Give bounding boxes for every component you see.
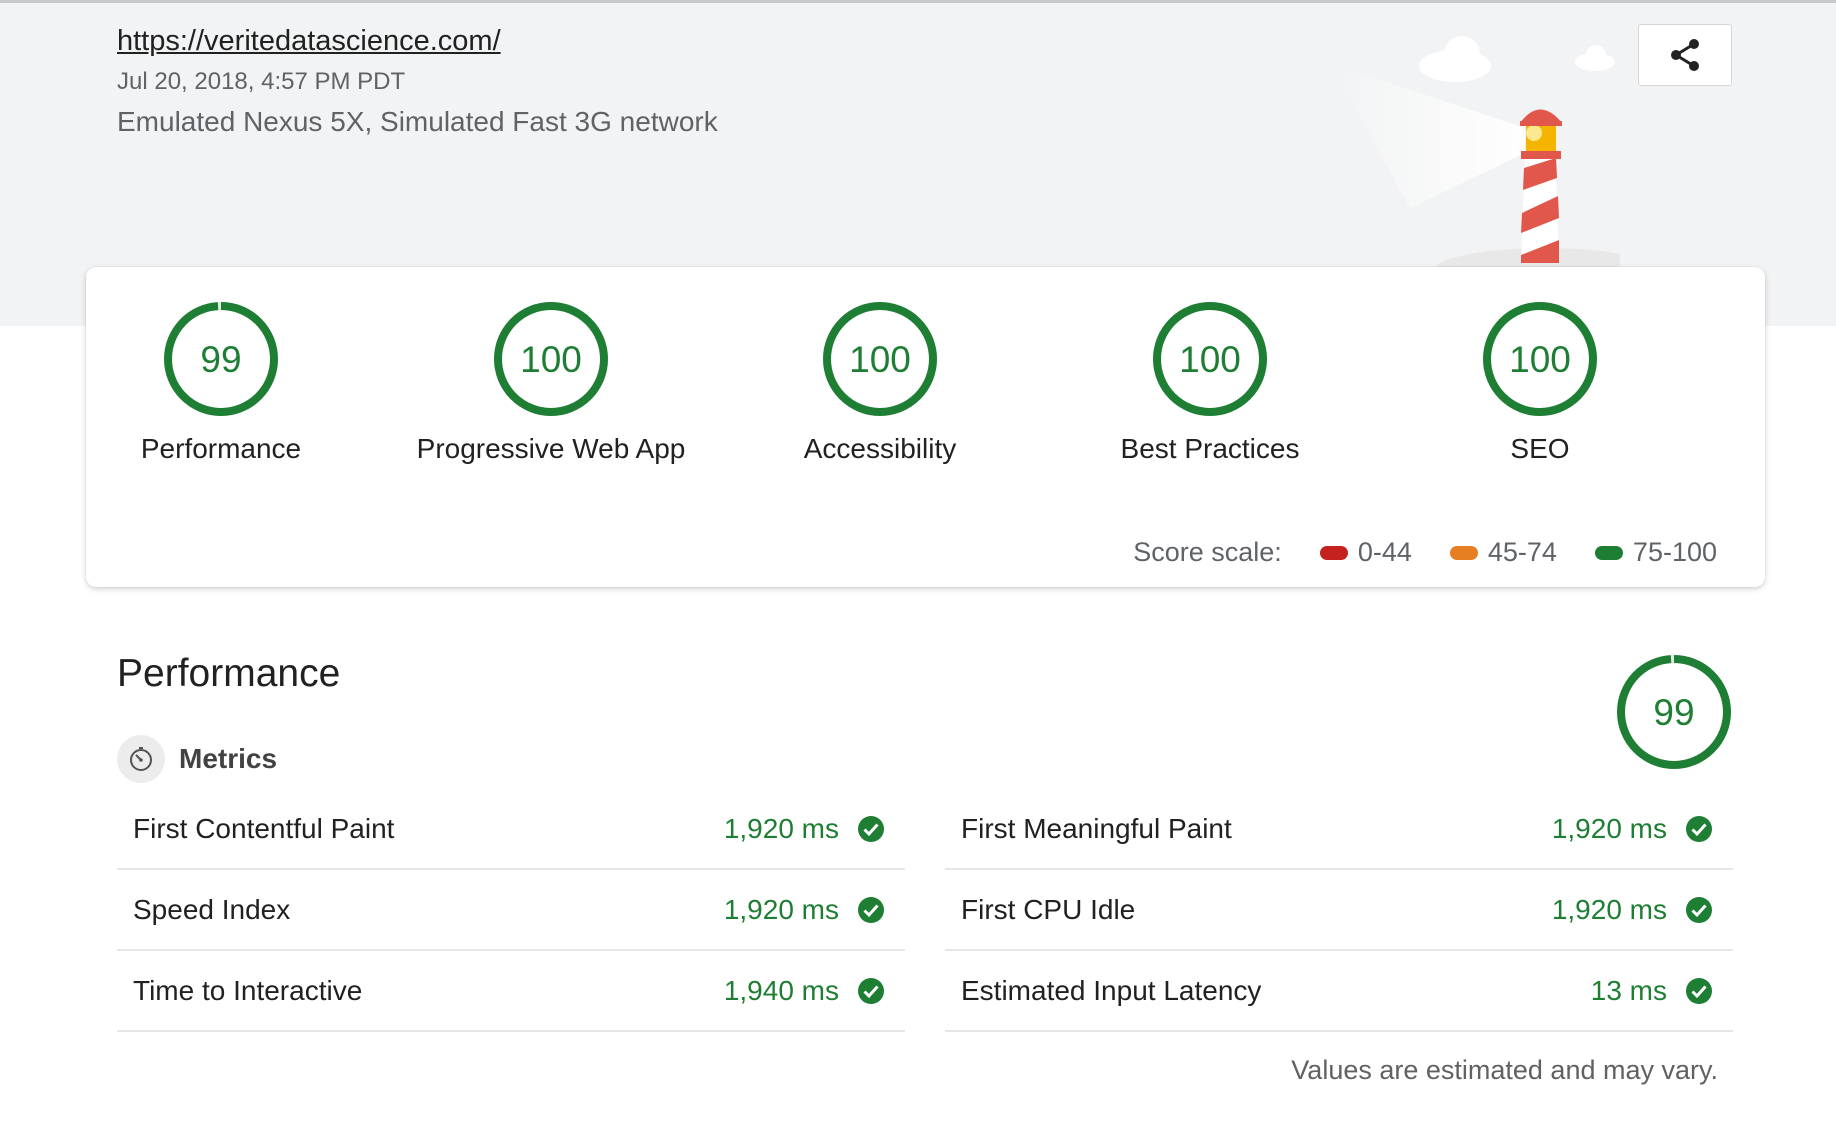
metric-value: 13 ms [1590,974,1667,1006]
metric-row: First Contentful Paint 1,920 ms [117,789,905,870]
metric-value: 1,920 ms [723,893,839,925]
pass-check-icon [1686,896,1712,923]
metric-name: Speed Index [133,893,291,925]
metric-row: Estimated Input Latency 13 ms [945,951,1733,1032]
gauge-ring: 99 [164,302,278,416]
pass-check-icon [1686,815,1712,842]
estimate-disclaimer: Values are estimated and may vary. [1291,1055,1718,1085]
pass-check-icon [858,977,884,1004]
scale-range-average: 45-74 [1449,537,1557,568]
gauge-ring: 100 [1153,302,1267,416]
score-scale-label: Score scale: [1133,537,1282,567]
lighthouse-illustration [1330,36,1620,268]
metric-value: 1,920 ms [723,812,839,844]
metric-name: Time to Interactive [133,974,363,1006]
metric-name: First Contentful Paint [133,812,395,844]
metrics-column-left: First Contentful Paint 1,920 ms Speed In… [117,789,905,1032]
gauge-score: 100 [520,339,582,380]
gauge-ring: 100 [1483,302,1597,416]
share-icon [1671,39,1699,71]
scale-range-fail: 0-44 [1319,537,1412,568]
metric-row: Time to Interactive 1,940 ms [117,951,905,1032]
metric-row: First CPU Idle 1,920 ms [945,870,1733,951]
gauge-label: SEO [1510,433,1570,464]
metrics-header: Metrics [117,735,277,783]
metric-name: First Meaningful Paint [961,812,1232,844]
metric-row: First Meaningful Paint 1,920 ms [945,789,1733,870]
gauge-score: 99 [200,339,241,380]
gauge-label: Accessibility [803,433,957,464]
share-button[interactable] [1638,24,1732,86]
metrics-column-right: First Meaningful Paint 1,920 ms First CP… [945,789,1733,1032]
gauge-label: Progressive Web App [416,433,686,464]
scale-pill-icon [1449,545,1478,560]
scale-range-label: 75-100 [1632,537,1717,567]
metric-value: 1,920 ms [1551,812,1667,844]
stopwatch-icon [117,735,165,783]
performance-score-gauge: 99 [1614,652,1734,777]
gauge-accessibility[interactable]: 100 Accessibility [750,299,1010,499]
metric-name: Estimated Input Latency [961,974,1262,1006]
score-scale-legend: Score scale: 0-44 45-74 75-100 [1133,537,1717,568]
scale-range-pass: 75-100 [1594,537,1717,568]
scale-pill-icon [1319,545,1348,560]
gauge-seo[interactable]: 100 SEO [1410,299,1670,499]
metric-value: 1,920 ms [1551,893,1667,925]
gauge-best-practices[interactable]: 100 Best Practices [1080,299,1340,499]
gauge-label: Performance [140,433,302,464]
pass-check-icon [858,896,884,923]
gauge-ring: 100 [494,302,608,416]
scale-range-label: 0-44 [1357,537,1412,567]
gauge-ring: 100 [823,302,937,416]
gauge-pwa[interactable]: 100 Progressive Web App [417,299,685,499]
metric-name: First CPU Idle [961,893,1136,925]
metrics-title: Metrics [179,743,278,774]
gauge-score: 99 [1653,692,1694,733]
scale-pill-icon [1594,545,1623,560]
gauge-score: 100 [849,339,911,380]
gauge-label: Best Practices [1120,433,1300,464]
report-date: Jul 20, 2018, 4:57 PM PDT [117,68,406,95]
emulation-settings: Emulated Nexus 5X, Simulated Fast 3G net… [117,106,718,137]
pass-check-icon [1686,977,1712,1004]
gauge-ring: 99 [1617,655,1731,769]
gauge-performance[interactable]: 99 Performance [91,299,351,499]
score-summary-card: 99 Performance 100 Progressive Web App 1… [86,267,1765,587]
performance-section-title: Performance [117,652,341,695]
page-url-link[interactable]: https://veritedatascience.com/ [117,25,501,58]
gauge-score: 100 [1509,339,1571,380]
metric-row: Speed Index 1,920 ms [117,870,905,951]
metric-value: 1,940 ms [723,974,839,1006]
gauge-score: 100 [1179,339,1241,380]
scale-range-label: 45-74 [1487,537,1557,567]
pass-check-icon [858,815,884,842]
